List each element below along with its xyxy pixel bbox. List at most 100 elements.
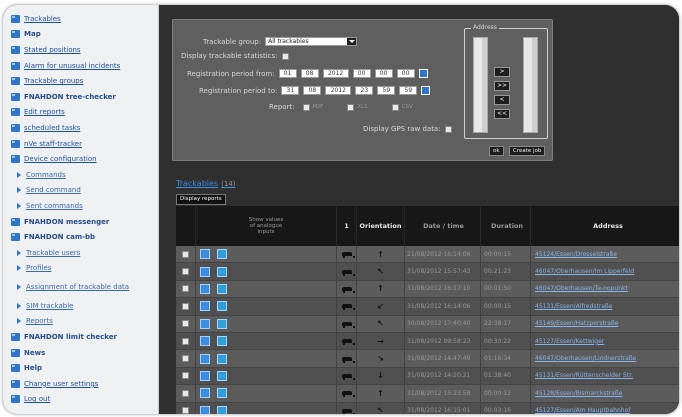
from-hour-field[interactable]: 00	[352, 69, 371, 78]
track-icon[interactable]	[217, 249, 227, 260]
table-row[interactable]: ↑ 21/08/2012 16:14:06 00:00:15 45124/Essen/…	[176, 246, 679, 264]
info-icon[interactable]	[200, 249, 210, 260]
row-checkbox[interactable]	[182, 337, 189, 345]
track-icon[interactable]	[217, 266, 227, 277]
sidebar-item[interactable]: Assignment of trackable data	[3, 276, 158, 298]
row-checkbox[interactable]	[182, 372, 189, 380]
row-address-link[interactable]: 45127/Essen/Am Hauptbahnhof	[531, 403, 679, 414]
calendar-icon[interactable]	[421, 86, 431, 95]
address-available-list[interactable]	[473, 37, 488, 133]
sidebar-item[interactable]: Reports	[3, 314, 158, 330]
report-option-pdf[interactable]: PDF	[302, 103, 323, 111]
track-icon[interactable]	[217, 405, 227, 414]
header-v[interactable]: 1	[337, 206, 357, 246]
row-checkbox[interactable]	[182, 407, 189, 414]
to-year-field[interactable]: 2012	[325, 86, 352, 95]
track-icon[interactable]	[217, 353, 227, 364]
track-icon[interactable]	[217, 336, 227, 347]
header-orientation[interactable]: Orientation	[357, 206, 405, 246]
table-row[interactable]: ↘ 31/08/2012 14:47:49 01:16:34 46047/Oberha…	[176, 350, 679, 368]
info-icon[interactable]	[200, 405, 210, 414]
row-address-link[interactable]: 45131/Essen/Alfredstraße	[531, 298, 679, 314]
sidebar-item[interactable]: Device configuration	[3, 151, 158, 167]
track-icon[interactable]	[217, 301, 227, 312]
sidebar-item[interactable]: Trackables	[3, 11, 158, 27]
header-datetime[interactable]: Date / time	[405, 206, 481, 246]
info-icon[interactable]	[200, 266, 210, 277]
report-checkbox[interactable]	[347, 103, 355, 111]
sidebar-item[interactable]: FNAHDON tree-checker	[3, 89, 158, 105]
from-second-field[interactable]: 00	[396, 69, 415, 78]
sidebar-item[interactable]: FNAHDON cam-bb	[3, 229, 158, 245]
row-checkbox[interactable]	[182, 302, 189, 310]
info-icon[interactable]	[200, 318, 210, 329]
sidebar-item[interactable]: FNAHDON messenger	[3, 214, 158, 230]
sidebar-item[interactable]: Edit reports	[3, 105, 158, 121]
to-day-field[interactable]: 31	[281, 86, 300, 95]
row-address-link[interactable]: 46047/Oberhausen/Te-nopunkt	[531, 281, 679, 297]
row-address-link[interactable]: 46047/Oberhausen/Lindnerstraße	[531, 350, 679, 366]
sidebar-item[interactable]: News	[3, 345, 158, 361]
scrollbar[interactable]	[532, 38, 537, 132]
row-address-link[interactable]: 45127/Essen/Kettwiger	[531, 333, 679, 349]
ok-button[interactable]: ok	[489, 146, 504, 156]
to-month-field[interactable]: 08	[303, 86, 322, 95]
sidebar-item[interactable]: Help	[3, 360, 158, 376]
sidebar-item[interactable]: Log out	[3, 392, 158, 408]
to-second-field[interactable]: 59	[399, 86, 418, 95]
sidebar-item[interactable]: SIM trackable	[3, 298, 158, 314]
to-minute-field[interactable]: 59	[377, 86, 396, 95]
track-icon[interactable]	[217, 318, 227, 329]
from-minute-field[interactable]: 00	[374, 69, 393, 78]
report-checkbox[interactable]	[302, 103, 310, 111]
sidebar-item[interactable]: Sent commands	[3, 198, 158, 214]
row-checkbox[interactable]	[182, 320, 189, 328]
display-reports-button[interactable]: Display reports	[176, 194, 226, 205]
address-selected-list[interactable]	[523, 37, 538, 133]
stats-checkbox[interactable]	[281, 52, 289, 60]
header-address[interactable]: Address	[531, 206, 679, 246]
trackables-title[interactable]: Trackables (14)	[176, 179, 235, 188]
track-icon[interactable]	[217, 388, 227, 399]
info-icon[interactable]	[200, 353, 210, 364]
table-row[interactable]: ↑ 31/08/2012 15:23:58 00:00:12 45128/Essen/…	[176, 385, 679, 403]
report-option-csv[interactable]: CSV	[391, 103, 413, 111]
info-icon[interactable]	[200, 370, 210, 381]
report-checkbox[interactable]	[391, 103, 399, 111]
trackable-group-select[interactable]: All trackables	[265, 37, 358, 46]
table-row[interactable]: → 31/08/2012 09:58:23 00:30:22 45127/Essen/…	[176, 332, 679, 351]
from-year-field[interactable]: 2012	[322, 69, 349, 78]
track-icon[interactable]	[217, 283, 227, 294]
calendar-icon[interactable]	[418, 69, 428, 78]
sidebar-item[interactable]: Trackable groups	[3, 73, 158, 89]
report-option-xls[interactable]: XLS	[347, 103, 368, 111]
info-icon[interactable]	[200, 336, 210, 347]
sidebar-item[interactable]: Send command	[3, 183, 158, 199]
row-address-link[interactable]: 45131/Essen/Rüttenscheider Str.	[531, 368, 679, 384]
row-address-link[interactable]: 46047/Oberhausen/Im Lipperfeld	[531, 263, 679, 279]
sidebar-item[interactable]: nVe staff-tracker	[3, 136, 158, 152]
from-month-field[interactable]: 08	[300, 69, 319, 78]
add-address-button[interactable]: >	[494, 67, 510, 77]
track-icon[interactable]	[217, 370, 227, 381]
info-icon[interactable]	[200, 283, 210, 294]
sidebar-item[interactable]: Commands	[3, 167, 158, 183]
sidebar-item[interactable]: Alarm for unusual incidents	[3, 58, 158, 74]
row-checkbox[interactable]	[182, 285, 189, 293]
row-checkbox[interactable]	[182, 355, 189, 363]
remove-address-button[interactable]: <	[494, 95, 510, 105]
row-checkbox[interactable]	[182, 268, 189, 276]
row-checkbox[interactable]	[182, 250, 189, 258]
sidebar-item[interactable]: scheduled tasks	[3, 120, 158, 136]
row-address-link[interactable]: 45149/Essen/Hatzperstraße	[531, 316, 679, 332]
info-icon[interactable]	[200, 301, 210, 312]
create-job-button[interactable]: Create job	[509, 146, 546, 156]
row-address-link[interactable]: 45128/Essen/Bismarckstraße	[531, 385, 679, 401]
sidebar-item[interactable]: Profiles	[3, 261, 158, 277]
table-row[interactable]: ↖ 30/08/2012 17:40:40 22:38:17 45149/Essen/…	[176, 315, 679, 333]
table-row[interactable]: ↓ 31/08/2012 14:20:21 01:38:40 45131/Essen/…	[176, 367, 679, 386]
raw-data-checkbox[interactable]	[444, 125, 452, 133]
to-hour-field[interactable]: 23	[355, 86, 374, 95]
table-row[interactable]: ↖ 31/08/2012 16:15:01 00:03:16 45127/Essen/…	[176, 402, 679, 414]
from-day-field[interactable]: 01	[278, 69, 297, 78]
